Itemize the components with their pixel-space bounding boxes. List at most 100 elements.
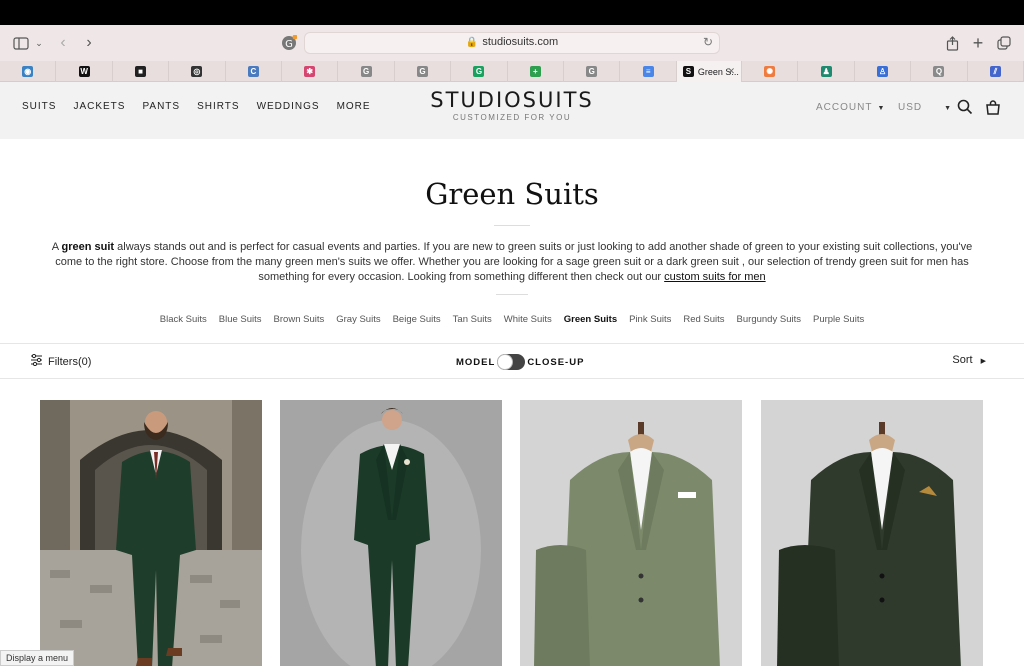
nav-jackets[interactable]: JACKETS [73,101,125,112]
category-link[interactable]: Beige Suits [393,314,441,325]
browser-tab[interactable]: ♟ [798,61,855,82]
category-links: Black Suits Blue Suits Brown Suits Gray Sui… [0,314,1024,325]
sort-button[interactable]: Sort ▶ [952,354,986,366]
browser-tab[interactable]: ■ [113,61,170,82]
docs-tab-icon: ≡ [642,66,654,77]
g-tab-icon: G [586,66,598,77]
plus-tab-icon: + [529,66,541,77]
browser-tab[interactable]: ⫽ [968,61,1024,82]
product-card[interactable] [520,400,742,666]
title-divider [494,225,530,226]
browser-tab[interactable]: G [564,61,621,82]
close-tab-icon[interactable]: ✕ [728,66,736,77]
view-toggle[interactable]: MODEL CLOSE-UP [456,354,584,370]
category-link[interactable]: Pink Suits [629,314,671,325]
page-title: Green Suits [425,177,599,211]
nav-weddings[interactable]: WEDDINGS [257,101,320,112]
intro-part: always stands out and is perfect for cas… [55,241,973,283]
product-card[interactable] [280,400,502,666]
back-icon[interactable]: ‹ [56,33,70,53]
browser-tab[interactable]: ≡ [620,61,677,82]
browser-tab[interactable]: ◉ [0,61,57,82]
svg-text:G: G [285,39,293,50]
category-link[interactable]: Black Suits [160,314,207,325]
tab-overview-icon[interactable] [996,33,1012,53]
forward-icon[interactable]: › [82,33,96,53]
lock-icon: 🔒 [465,37,479,48]
browser-tab[interactable]: G [338,61,395,82]
nav-shirts[interactable]: SHIRTS [197,101,240,112]
main-nav: SUITS JACKETS PANTS SHIRTS WEDDINGS MORE [22,101,388,112]
category-link[interactable]: Blue Suits [219,314,262,325]
sidebar-menu-chevron-icon[interactable]: ⌄ [34,33,44,53]
sort-label: Sort [952,354,973,366]
slack-tab-icon: ✱ [304,66,316,77]
brand-logo[interactable]: STUDIOSUITS CUSTOMIZED FOR YOU [412,88,612,122]
globe-tab-icon: ◉ [22,66,34,77]
studiosuits-page: SUITS JACKETS PANTS SHIRTS WEDDINGS MORE… [0,82,1024,666]
grammarly-tab-icon: G [473,66,485,77]
listing-toolbar: Filters(0) MODEL CLOSE-UP Sort ▶ [0,343,1024,379]
stripes-tab-icon: ⫽ [989,66,1001,77]
system-top-bar [0,0,1024,25]
category-link[interactable]: Purple Suits [813,314,864,325]
address-bar[interactable]: 🔒 studiosuits.com ↻ [304,32,720,54]
caret-down-icon: ▼ [877,105,886,112]
category-link[interactable]: Red Suits [683,314,724,325]
caret-down-icon: ▼ [944,105,953,112]
category-link[interactable]: Tan Suits [453,314,492,325]
category-link[interactable]: Burgundy Suits [737,314,801,325]
category-link[interactable]: White Suits [504,314,552,325]
c-tab-icon: C [247,66,259,77]
browser-tab[interactable]: G [395,61,452,82]
nav-suits[interactable]: SUITS [22,101,56,112]
browser-tab[interactable]: ◎ [169,61,226,82]
nav-more[interactable]: MORE [337,101,371,112]
brand-name: STUDIOSUITS [430,88,594,112]
tab-active[interactable]: S Green S... ✕ [676,61,743,82]
figure-tab-icon: ♟ [820,66,832,77]
browser-tab[interactable]: Q [911,61,968,82]
product-card[interactable] [761,400,983,666]
person-tab-icon: ♙ [877,66,889,77]
site-header: SUITS JACKETS PANTS SHIRTS WEDDINGS MORE… [0,82,1024,139]
g-tab-icon: G [360,66,372,77]
browser-tab[interactable]: C [226,61,283,82]
q-tab-icon: Q [933,66,945,77]
browser-tab[interactable]: G [451,61,508,82]
caret-right-icon: ▶ [980,358,986,365]
new-tab-icon[interactable]: + [970,33,986,53]
intro-part: A [51,241,62,253]
sidebar-toggle-icon[interactable] [12,33,30,53]
account-menu[interactable]: ACCOUNT ▼ [816,102,885,113]
toggle-model-label: MODEL [456,356,496,368]
browser-tab[interactable]: + [508,61,565,82]
view-switch[interactable] [497,354,526,370]
category-link[interactable]: Brown Suits [274,314,325,325]
reload-icon[interactable]: ↻ [703,35,713,49]
product-image-mannequin-dark [761,400,983,666]
category-link[interactable]: Gray Suits [336,314,380,325]
search-icon[interactable] [957,99,973,118]
product-card[interactable] [40,400,262,666]
share-icon[interactable] [944,33,960,53]
url-text: studiosuits.com [482,36,559,48]
browser-tab[interactable]: ♙ [855,61,912,82]
account-label: ACCOUNT [816,102,873,113]
browser-tab[interactable]: W [56,61,113,82]
currency-selector[interactable]: USD ▼ [898,102,952,113]
toggle-closeup-label: CLOSE-UP [527,356,585,368]
category-link[interactable]: Green Suits [564,314,617,325]
cart-icon[interactable] [985,99,1001,118]
browser-toolbar: ⌄ ‹ › G 🔒 studiosuits.com ↻ + [0,25,1024,61]
brand-tagline: CUSTOMIZED FOR YOU [452,113,572,122]
browser-tab[interactable]: ✺ [742,61,799,82]
nav-pants[interactable]: PANTS [142,101,180,112]
hubspot-tab-icon: ✺ [764,66,776,77]
browser-tab[interactable]: ✱ [282,61,339,82]
product-image-model-studio [280,400,502,666]
custom-suits-link[interactable]: custom suits for men [664,271,765,283]
display-menu-tooltip: Display a menu [0,650,75,666]
grammarly-extension-icon[interactable]: G [281,33,297,53]
filters-button[interactable]: Filters(0) [30,353,91,369]
